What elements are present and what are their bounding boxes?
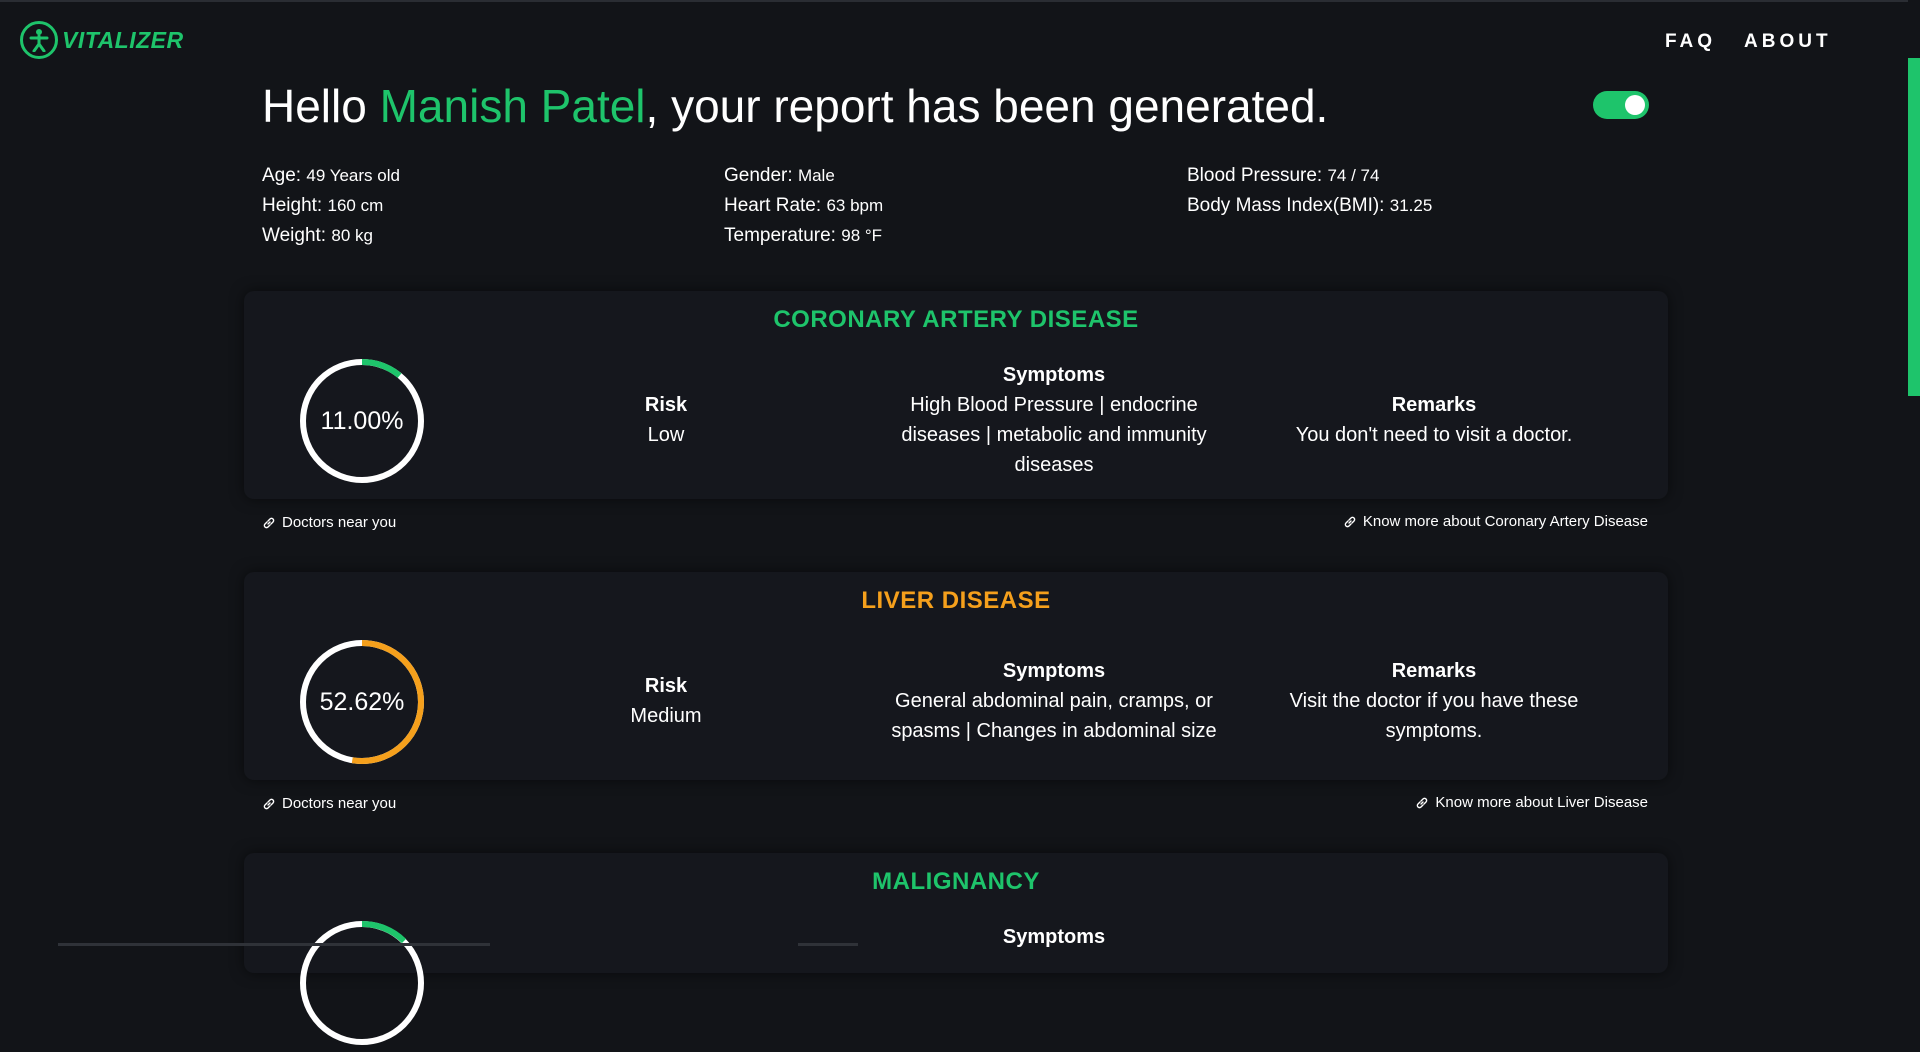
- remarks-label: Remarks: [1391, 660, 1477, 682]
- risk-column: Risk Low: [576, 390, 756, 450]
- doctors-link-label: Doctors near you: [282, 514, 397, 531]
- brand-name: VITALIZER: [62, 26, 184, 53]
- gender-value: Male: [797, 166, 835, 185]
- patient-info-col-2: Gender: Male Heart Rate: 63 bpm Temperat…: [724, 161, 883, 251]
- toggle-knob: [1625, 95, 1645, 115]
- remarks-column: Remarks You don't need to visit a doctor…: [1274, 390, 1594, 450]
- doctors-near-you-link[interactable]: Doctors near you: [262, 795, 396, 812]
- weight-label: Weight:: [262, 225, 332, 246]
- card-title: LIVER DISEASE: [861, 587, 1051, 614]
- link-icon: [1344, 516, 1356, 527]
- risk-column: Risk Medium: [576, 671, 756, 731]
- risk-label: Risk: [644, 675, 688, 697]
- symptoms-value: General abdominal pain, cramps, or spasm…: [891, 690, 1217, 742]
- temperature-row: Temperature: 98 °F: [724, 221, 883, 251]
- symptoms-label: Symptoms: [1002, 364, 1106, 386]
- know-more-label: Know more about Liver Disease: [1435, 794, 1648, 811]
- risk-value: Medium: [630, 705, 702, 727]
- gender-row: Gender: Male: [724, 161, 883, 191]
- height-value: 160 cm: [327, 196, 384, 215]
- heart-rate-value: 63 bpm: [826, 196, 884, 215]
- disease-card-malignancy: MALIGNANCY Symptoms: [244, 853, 1668, 1045]
- link-icon: [263, 798, 275, 809]
- greeting-suffix: , your report has been generated.: [645, 80, 1329, 132]
- temperature-value: 98 °F: [841, 226, 883, 245]
- bmi-value: 31.25: [1389, 196, 1433, 215]
- nav-about-link[interactable]: ABOUT: [1744, 31, 1832, 53]
- height-row: Height: 160 cm: [262, 191, 400, 221]
- doctors-link-label: Doctors near you: [282, 795, 397, 812]
- symptoms-label: Symptoms: [1002, 660, 1106, 682]
- blood-pressure-label: Blood Pressure:: [1187, 165, 1328, 186]
- age-label: Age:: [262, 165, 307, 186]
- risk-label: Risk: [644, 394, 688, 416]
- age-row: Age: 49 Years old: [262, 161, 400, 191]
- scrollbar-thumb[interactable]: [1908, 58, 1920, 396]
- heart-rate-label: Heart Rate:: [724, 195, 827, 216]
- temperature-label: Temperature:: [724, 225, 842, 246]
- remarks-label: Remarks: [1391, 394, 1477, 416]
- bmi-row: Body Mass Index(BMI): 31.25: [1187, 191, 1432, 221]
- symptoms-label: Symptoms: [1002, 926, 1106, 948]
- symptoms-value: High Blood Pressure | endocrine diseases…: [901, 394, 1207, 476]
- risk-gauge: [298, 919, 426, 1047]
- bmi-label: Body Mass Index(BMI):: [1187, 195, 1390, 216]
- card-title: CORONARY ARTERY DISEASE: [773, 306, 1139, 333]
- blood-pressure-row: Blood Pressure: 74 / 74: [1187, 161, 1432, 191]
- link-icon: [1417, 797, 1428, 808]
- doctors-near-you-link[interactable]: Doctors near you: [262, 514, 396, 531]
- risk-gauge: 11.00%: [298, 357, 426, 485]
- risk-value: Low: [647, 424, 685, 446]
- height-label: Height:: [262, 195, 328, 216]
- weight-row: Weight: 80 kg: [262, 221, 400, 251]
- symptoms-column: Symptoms High Blood Pressure | endocrine…: [874, 360, 1234, 480]
- greeting-prefix: Hello: [262, 80, 380, 132]
- patient-info-col-3: Blood Pressure: 74 / 74 Body Mass Index(…: [1187, 161, 1432, 221]
- disease-card-liver: LIVER DISEASE 52.62% Risk Medium Symptom…: [244, 572, 1668, 780]
- remarks-value: Visit the doctor if you have these sympt…: [1289, 690, 1579, 742]
- brand-logo[interactable]: VITALIZER: [20, 21, 184, 59]
- patient-name: Manish Patel: [379, 80, 646, 132]
- gender-label: Gender:: [724, 165, 798, 186]
- know-more-liver-link[interactable]: Know more about Liver Disease: [1415, 794, 1648, 811]
- symptoms-column: Symptoms General abdominal pain, cramps,…: [874, 656, 1234, 746]
- risk-percentage: 52.62%: [319, 688, 405, 716]
- weight-value: 80 kg: [331, 226, 373, 245]
- navbar: VITALIZER FAQ ABOUT: [0, 0, 1920, 86]
- theme-toggle[interactable]: [1593, 91, 1649, 119]
- vitalizer-logo-icon: [20, 21, 58, 59]
- remarks-column: Remarks Visit the doctor if you have the…: [1274, 656, 1594, 746]
- report-greeting: Hello Manish Patel, your report has been…: [262, 79, 1328, 133]
- symptoms-column: Symptoms: [874, 922, 1234, 952]
- scrollbar-track[interactable]: [1908, 0, 1920, 946]
- disease-card-coronary: CORONARY ARTERY DISEASE 11.00% Risk Low …: [244, 291, 1668, 499]
- card-title: MALIGNANCY: [872, 868, 1040, 895]
- know-more-label: Know more about Coronary Artery Disease: [1362, 513, 1648, 530]
- nav-faq-link[interactable]: FAQ: [1665, 31, 1716, 53]
- age-value: 49 Years old: [306, 166, 400, 185]
- patient-info-col-1: Age: 49 Years old Height: 160 cm Weight:…: [262, 161, 400, 251]
- blood-pressure-value: 74 / 74: [1327, 166, 1380, 185]
- link-icon: [263, 517, 275, 528]
- heart-rate-row: Heart Rate: 63 bpm: [724, 191, 883, 221]
- risk-percentage: 11.00%: [320, 407, 404, 435]
- remarks-value: You don't need to visit a doctor.: [1295, 424, 1573, 446]
- risk-gauge: 52.62%: [298, 638, 426, 766]
- know-more-coronary-link[interactable]: Know more about Coronary Artery Disease: [1343, 513, 1648, 530]
